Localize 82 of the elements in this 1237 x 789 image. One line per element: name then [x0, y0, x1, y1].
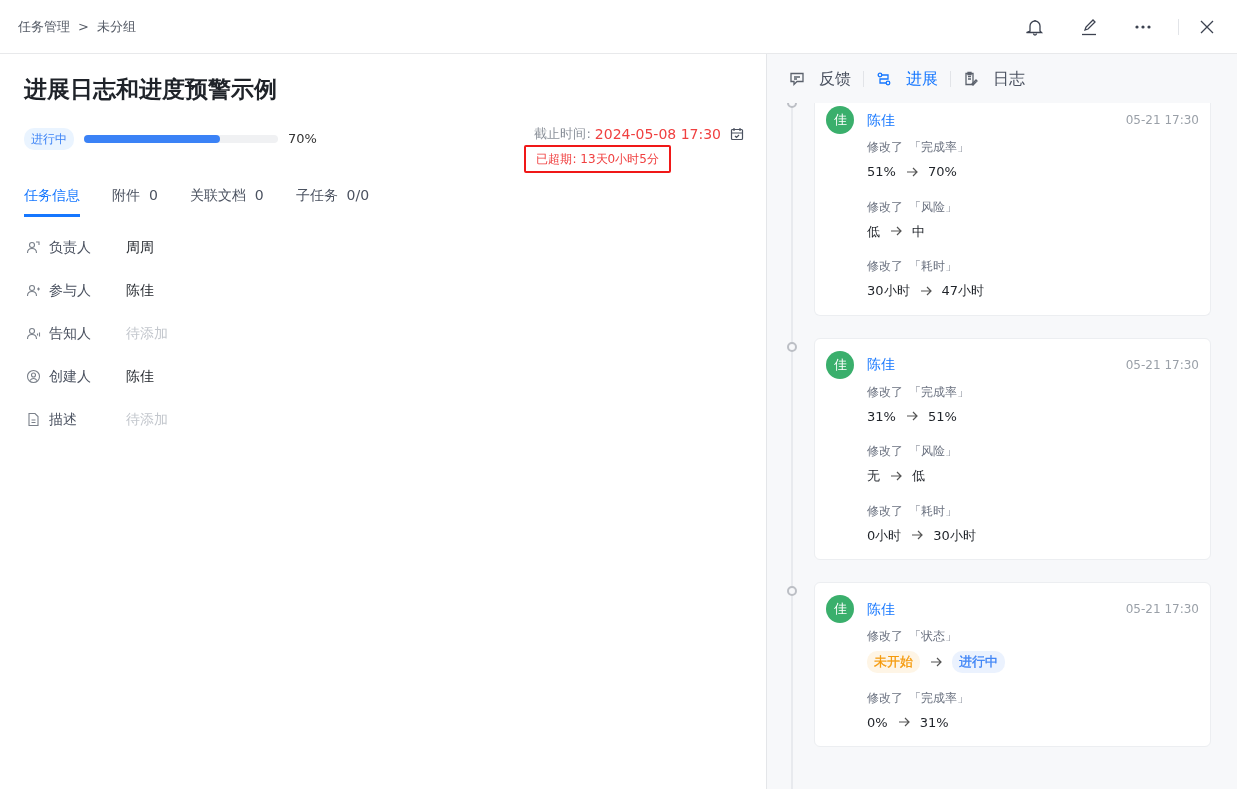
change-value: 70% [927, 163, 957, 181]
arrow-icon [890, 225, 902, 238]
arrow-icon [919, 284, 932, 297]
change-action: 修改了 [867, 502, 903, 520]
status-tag: 进行中 [952, 651, 1005, 673]
tab[interactable]: 日志 [963, 67, 1025, 91]
change-action: 修改了 [867, 443, 903, 460]
user-name[interactable]: 陈佳 [867, 109, 895, 131]
status-tag: 未开始 [867, 651, 920, 673]
change-action: 修改了 [867, 689, 903, 707]
arrow-icon [930, 655, 942, 668]
person-sound-icon [26, 325, 41, 341]
user-avatar: 佳 [826, 350, 854, 379]
change-action: 修改了 [867, 139, 903, 156]
changed-field: 「完成率」 [909, 382, 969, 401]
tab[interactable]: 任务信息 [24, 184, 80, 217]
breadcrumb-link[interactable]: 未分组 [96, 16, 136, 37]
changed-field: 「风险」 [909, 442, 957, 460]
document-icon [26, 411, 41, 427]
changed-field: 「状态」 [909, 627, 957, 645]
entry-time: 05-21 17:30 [1125, 112, 1199, 129]
user-circle-icon [26, 368, 41, 384]
change-value: 0% [867, 713, 888, 732]
entry-time: 05-21 17:30 [1125, 356, 1199, 374]
overdue-notice: 已超期: 13天0小时5分 [524, 144, 671, 173]
changed-field: 「风险」 [909, 197, 957, 216]
field-label: 参与人 [49, 280, 92, 300]
tab[interactable]: 进展 [876, 67, 938, 91]
deadline-value: 2024-05-08 17:30 [594, 124, 721, 144]
user-avatar: 佳 [826, 595, 854, 623]
change-value: 30小时 [933, 526, 976, 545]
field-label: 告知人 [49, 323, 92, 343]
change-value: 47小时 [941, 282, 985, 300]
field-value[interactable]: 周周 [126, 236, 154, 258]
field-value[interactable]: 陈佳 [126, 365, 154, 387]
field-label: 负责人 [49, 237, 92, 257]
task-title: 进展日志和进度预警示例 [24, 76, 278, 104]
status-tag: 进行中 [24, 127, 74, 150]
tab[interactable]: 反馈 [789, 67, 851, 91]
change-action: 修改了 [867, 383, 903, 401]
clipboard-edit-icon [963, 71, 979, 87]
deadline-label: 截止时间: [534, 125, 591, 144]
user-name[interactable]: 陈佳 [867, 354, 895, 375]
change-value: 低 [912, 467, 925, 485]
field-value[interactable]: 陈佳 [126, 279, 154, 301]
person-icon [26, 239, 41, 255]
change-value: 无 [867, 467, 880, 485]
field-label: 创建人 [49, 366, 92, 386]
changed-field: 「完成率」 [909, 688, 969, 707]
tab[interactable]: 关联文档 0 [189, 184, 264, 217]
change-action: 修改了 [867, 258, 903, 275]
change-value: 中 [912, 222, 925, 241]
change-value: 31% [919, 713, 949, 732]
change-value: 51% [927, 407, 957, 426]
tab[interactable]: 附件 0 [112, 184, 158, 217]
flow-icon [876, 71, 892, 87]
progress-reading: 70% [288, 129, 317, 148]
change-value: 30小时 [867, 282, 910, 300]
comment-icon [789, 71, 805, 87]
user-avatar: 佳 [826, 106, 854, 134]
change-value: 31% [867, 407, 896, 426]
changed-field: 「耗时」 [909, 257, 957, 275]
change-value: 0小时 [867, 526, 902, 545]
breadcrumb-separator: > [78, 17, 89, 36]
changed-field: 「完成率」 [909, 138, 969, 156]
entry-time: 05-21 17:30 [1125, 601, 1199, 618]
calendar-icon[interactable] [730, 127, 744, 142]
change-value: 51% [867, 163, 896, 181]
arrow-icon [897, 716, 910, 729]
change-action: 修改了 [867, 198, 903, 216]
change-action: 修改了 [867, 628, 903, 645]
tab[interactable]: 子任务 0/0 [295, 184, 370, 217]
arrow-icon [905, 410, 918, 423]
arrow-icon [905, 165, 918, 178]
changed-field: 「耗时」 [909, 501, 957, 520]
arrow-icon [890, 469, 902, 482]
change-value: 低 [867, 222, 880, 241]
user-name[interactable]: 陈佳 [867, 598, 895, 620]
arrow-icon [911, 529, 924, 542]
person-add-icon [26, 282, 41, 298]
field-label: 描述 [49, 409, 78, 429]
breadcrumb-link[interactable]: 任务管理 [18, 16, 70, 37]
